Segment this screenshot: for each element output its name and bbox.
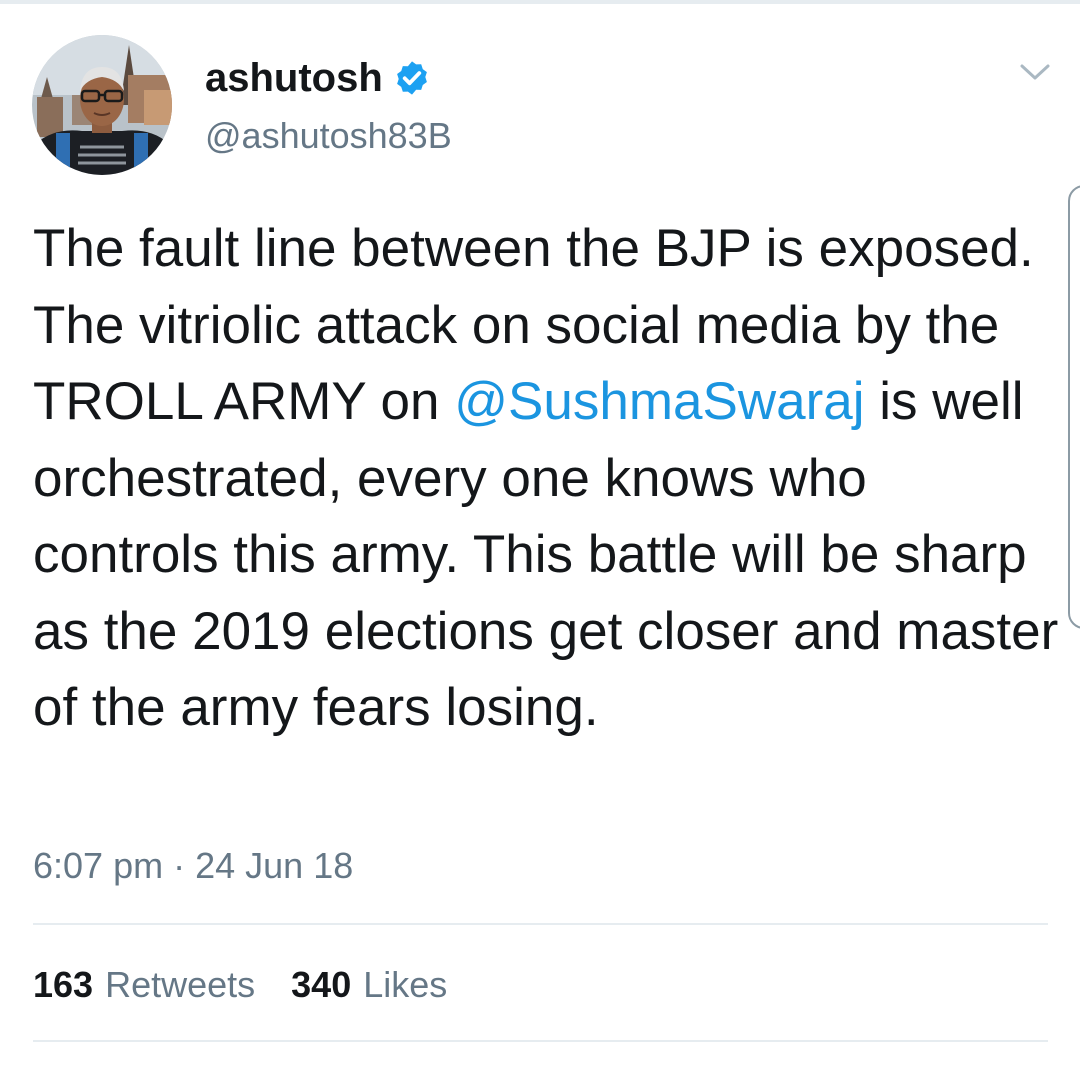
avatar[interactable] <box>32 35 172 175</box>
author-handle[interactable]: @ashutosh83B <box>205 115 452 157</box>
likes-label: Likes <box>363 964 448 1005</box>
retweets-label: Retweets <box>105 964 256 1005</box>
engagement-stats: 163 Retweets 340 Likes <box>33 962 447 1008</box>
stats-top-divider <box>33 923 1048 925</box>
profile-photo <box>32 35 172 175</box>
chevron-down-icon[interactable] <box>1018 60 1052 84</box>
top-divider <box>0 0 1080 4</box>
tweet-timestamp[interactable]: 6:07 pm · 24 Jun 18 <box>33 843 353 889</box>
scrollbar-handle[interactable] <box>1068 185 1080 629</box>
likes-stat[interactable]: 340 Likes <box>291 962 447 1008</box>
tweet-text: The fault line between the BJP is expose… <box>33 211 1063 747</box>
mention-link[interactable]: @SushmaSwaraj <box>454 372 864 431</box>
retweets-stat[interactable]: 163 Retweets <box>33 962 255 1008</box>
tweet-time: 6:07 pm <box>33 845 164 886</box>
author-name-row[interactable]: ashutosh <box>205 55 431 101</box>
retweets-count: 163 <box>33 964 94 1005</box>
verified-badge-icon <box>393 59 431 97</box>
tweet-date: 24 Jun 18 <box>195 845 354 886</box>
author-display-name[interactable]: ashutosh <box>205 55 383 101</box>
likes-count: 340 <box>291 964 352 1005</box>
stats-bottom-divider <box>33 1040 1048 1042</box>
timestamp-separator: · <box>173 845 186 886</box>
